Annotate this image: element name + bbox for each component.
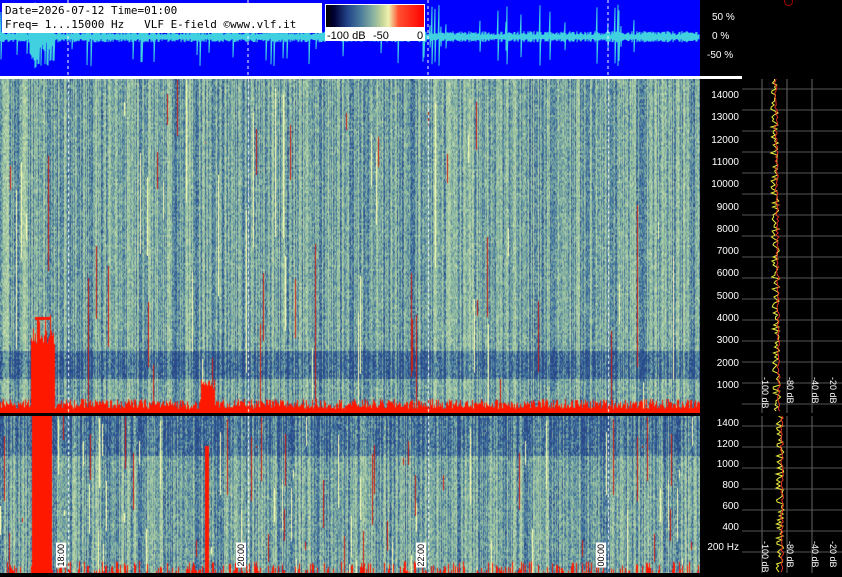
- header-info-box: Date=2026-07-12 Time=01:00 Freq= 1...150…: [2, 3, 322, 33]
- spectrogram-main: [0, 79, 700, 413]
- frequency-tick-label: 800: [722, 480, 739, 492]
- frequency-tick-label: 1200: [716, 438, 739, 450]
- time-label: 18:00: [56, 543, 66, 568]
- scale-label-min: -100 dB: [327, 30, 366, 42]
- color-scale-gradient: [326, 5, 424, 27]
- waveform-label-zero: 0 %: [712, 31, 730, 42]
- frequency-tick-label: 1000: [716, 379, 739, 391]
- frequency-tick-label: 400: [722, 521, 739, 533]
- frequency-tick-label: 7000: [716, 246, 739, 258]
- profile-db-label: -20 dB: [828, 541, 838, 568]
- frequency-tick-label: 1400: [716, 418, 739, 429]
- profile-db-label: -100 dB: [760, 541, 770, 573]
- time-label: 22:00: [416, 543, 426, 568]
- frequency-tick-label: 10000: [711, 179, 739, 191]
- header-frequency-range: Freq= 1...15000 Hz VLF E-field ©www.vlf.…: [5, 18, 297, 31]
- waveform-axis: 50 % 0 % -50 %: [700, 0, 842, 76]
- time-label: 20:00: [236, 543, 246, 568]
- frequency-tick-label: 12000: [711, 134, 739, 146]
- spectrogram-low-frequency: [0, 416, 700, 573]
- frequency-tick-label: 1000: [716, 459, 739, 471]
- scale-label-mid: -50: [373, 30, 389, 42]
- frequency-axis-main: 14000 13000 12000 11000 10000 9000 8000 7000 600…: [700, 79, 742, 413]
- header-date-time: Date=2026-07-12 Time=01:00: [5, 4, 178, 17]
- color-scale-legend: -100 dB -50 0: [325, 4, 425, 42]
- frequency-tick-label: 4000: [716, 313, 739, 324]
- scale-label-max: 0: [417, 30, 424, 42]
- frequency-tick-label: 6000: [716, 268, 739, 280]
- profile-db-label: -40 dB: [810, 541, 820, 568]
- spectrum-profile-low: -100 dB -80 dB -40 dB -20 dB: [742, 415, 842, 573]
- time-label: 00:00: [596, 543, 606, 568]
- frequency-tick-label: 8000: [716, 223, 739, 235]
- waveform-label-plus50: 50 %: [712, 12, 735, 23]
- frequency-tick-label: 3000: [716, 335, 739, 347]
- profile-db-label: -80 dB: [785, 541, 795, 568]
- frequency-tick-label: 200 Hz: [707, 542, 739, 554]
- frequency-tick-label: 600: [722, 500, 739, 512]
- profile-db-label: -100 dB: [760, 377, 770, 409]
- profile-db-label: -40 dB: [810, 377, 820, 404]
- frequency-tick-label: 13000: [711, 112, 739, 124]
- frequency-tick-label: 11000: [711, 156, 739, 168]
- profile-db-label: -80 dB: [785, 377, 795, 404]
- frequency-tick-label: 5000: [716, 290, 739, 302]
- frequency-tick-label: 9000: [716, 201, 739, 213]
- frequency-tick-label: 2000: [716, 357, 739, 369]
- waveform-label-minus50: -50 %: [707, 50, 734, 61]
- frequency-tick-label: 14000: [711, 90, 739, 101]
- spectrum-profile-main: -100 dB -80 dB -40 dB -20 dB: [742, 78, 842, 413]
- frequency-axis-low: 1400 1200 1000 800 600 400 200 Hz: [700, 416, 742, 573]
- profile-db-label: -20 dB: [828, 377, 838, 404]
- spectrum-profile-main-plot: [742, 78, 842, 413]
